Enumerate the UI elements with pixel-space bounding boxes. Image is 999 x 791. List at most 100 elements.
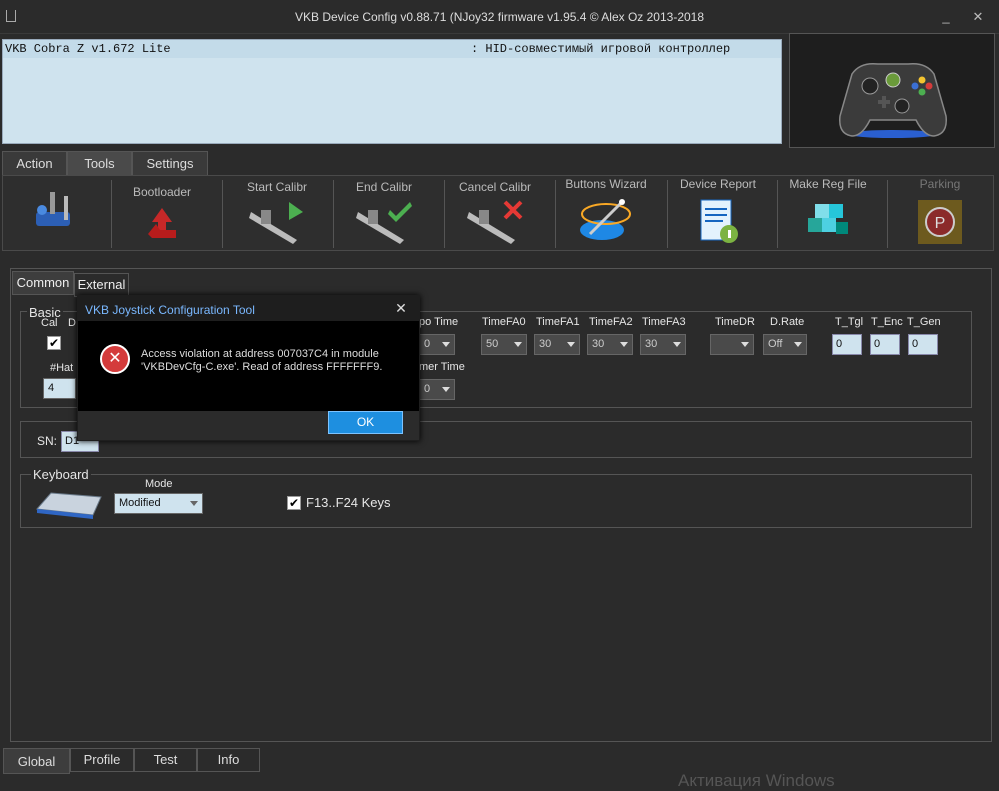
t-tgl-input[interactable]: 0 [832, 334, 862, 355]
bootloader-label: Bootloader [132, 185, 192, 199]
registry-cubes-icon [808, 204, 848, 234]
t-enc-label: T_Enc [871, 316, 903, 328]
dialog-title-bar: VKB Joystick Configuration Tool [78, 296, 419, 321]
mode-value: Modified [119, 497, 161, 509]
parking-icon: P [918, 200, 962, 244]
tab-global-label: Global [17, 754, 56, 769]
timer-time-label: mer Time [419, 361, 465, 373]
device-row[interactable]: VKB Cobra Z v1.672 Lite : HID-совместимы… [3, 40, 781, 58]
parking-label: Parking [919, 177, 961, 191]
timedr-combo[interactable] [710, 334, 754, 355]
error-message-line2: 'VKBDevCfg-C.exe'. Read of address FFFFF… [141, 361, 383, 373]
mode-combo[interactable]: Modified [114, 493, 203, 514]
tools-toolbar: Bootloader Start Calibr End Calibr Cance… [2, 175, 994, 251]
error-icon: ✕ [100, 344, 130, 374]
parking-button[interactable]: Parking P [888, 176, 992, 250]
cancel-calibr-label: Cancel Calibr [458, 180, 532, 194]
recycle-icon [148, 208, 176, 238]
report-document-icon [700, 199, 738, 243]
timefa3-label: TimeFA3 [642, 316, 686, 328]
svg-text:P: P [935, 215, 946, 232]
t-gen-input[interactable]: 0 [908, 334, 938, 355]
device-tool-button[interactable] [3, 176, 109, 250]
timefa3-value: 30 [645, 338, 658, 350]
make-reg-file-label: Make Reg File [789, 177, 867, 191]
start-calibr-button[interactable]: Start Calibr [223, 176, 331, 250]
caliper-check-icon [356, 202, 412, 244]
caliper-play-icon [249, 202, 303, 244]
close-window-button[interactable]: ✕ [968, 8, 988, 26]
tab-external[interactable]: External [74, 273, 129, 297]
tab-tools[interactable]: Tools [67, 151, 132, 176]
device-list[interactable]: VKB Cobra Z v1.672 Lite : HID-совместимы… [2, 39, 782, 144]
gamepad-image [789, 33, 995, 148]
hat-label: #Hat [50, 362, 74, 374]
device-type: : HID-совместимый игровой контроллер [471, 42, 731, 56]
tab-global[interactable]: Global [3, 748, 70, 774]
tempo-time-combo[interactable]: 0 [419, 334, 455, 355]
t-tgl-label: T_Tgl [835, 316, 864, 328]
tab-info[interactable]: Info [197, 748, 260, 772]
window-title: VKB Device Config v0.88.71 (NJoy32 firmw… [294, 10, 705, 24]
timer-time-combo[interactable]: 0 [419, 379, 455, 400]
t-gen-label: T_Gen [907, 316, 941, 328]
d-label: D [68, 317, 76, 329]
timefa1-value: 30 [539, 338, 552, 350]
device-name: VKB Cobra Z v1.672 Lite [5, 42, 171, 56]
error-message: Access violation at address 007037C4 in … [141, 348, 411, 374]
activation-watermark: Активация Windows [678, 771, 835, 790]
cancel-calibr-button[interactable]: Cancel Calibr [445, 176, 545, 250]
tempo-time-label: po Time [419, 316, 459, 328]
dialog-title: VKB Joystick Configuration Tool [85, 303, 255, 317]
hat-stepper[interactable]: 4 [43, 378, 76, 399]
timedr-label: TimeDR [715, 316, 755, 328]
device-report-button[interactable]: Device Report [668, 176, 768, 250]
timefa2-combo[interactable]: 30 [587, 334, 633, 355]
device-report-label: Device Report [679, 177, 757, 191]
drate-value: Off [768, 338, 783, 350]
buttons-wizard-button[interactable]: Buttons Wizard [556, 176, 656, 250]
drate-label: D.Rate [770, 316, 805, 328]
tab-action[interactable]: Action [2, 151, 67, 176]
dialog-close-button[interactable]: ✕ [383, 296, 419, 321]
timefa2-value: 30 [592, 338, 605, 350]
buttons-wizard-label: Buttons Wizard [565, 177, 647, 191]
error-message-line1: Access violation at address 007037C4 in … [141, 348, 379, 360]
error-dialog: VKB Joystick Configuration Tool ✕ ✕ Acce… [77, 295, 420, 441]
f-keys-checkbox[interactable]: ✔ [287, 496, 301, 510]
mode-label: Mode [145, 478, 173, 490]
cal-label: Cal [41, 317, 58, 329]
start-calibr-label: Start Calibr [246, 180, 308, 194]
ok-button[interactable]: OK [328, 411, 403, 434]
tab-profile[interactable]: Profile [70, 748, 134, 772]
cal-checkbox[interactable]: ✔ [47, 336, 61, 350]
keyboard-icon [35, 492, 102, 519]
timer-time-value: 0 [424, 383, 431, 395]
timefa1-label: TimeFA1 [536, 316, 580, 328]
timefa1-combo[interactable]: 30 [534, 334, 580, 355]
joystick-wrench-icon [36, 192, 70, 226]
tab-settings[interactable]: Settings [132, 151, 208, 176]
keyboard-group: Keyboard Mode Modified ✔ F13..F24 Keys [20, 467, 972, 528]
timefa3-combo[interactable]: 30 [640, 334, 686, 355]
t-enc-input[interactable]: 0 [870, 334, 900, 355]
hat-value: 4 [48, 382, 55, 394]
tab-common[interactable]: Common [12, 271, 74, 295]
f-keys-label: F13..F24 Keys [306, 495, 391, 510]
bootloader-button[interactable]: Bootloader [113, 176, 211, 250]
timefa0-value: 50 [486, 338, 499, 350]
keyboard-title: Keyboard [31, 467, 91, 482]
caliper-cancel-icon [467, 200, 523, 244]
tempo-time-value: 0 [424, 338, 431, 350]
drate-combo[interactable]: Off [763, 334, 807, 355]
sn-label: SN: [37, 434, 58, 448]
tab-test[interactable]: Test [134, 748, 197, 772]
make-reg-file-button[interactable]: Make Reg File [778, 176, 878, 250]
wizard-wand-icon [580, 199, 631, 240]
end-calibr-label: End Calibr [355, 180, 413, 194]
timefa0-combo[interactable]: 50 [481, 334, 527, 355]
end-calibr-button[interactable]: End Calibr [334, 176, 434, 250]
minimize-button[interactable]: _ [936, 8, 956, 26]
dialog-body: ✕ Access violation at address 007037C4 i… [78, 321, 419, 411]
timefa2-label: TimeFA2 [589, 316, 633, 328]
